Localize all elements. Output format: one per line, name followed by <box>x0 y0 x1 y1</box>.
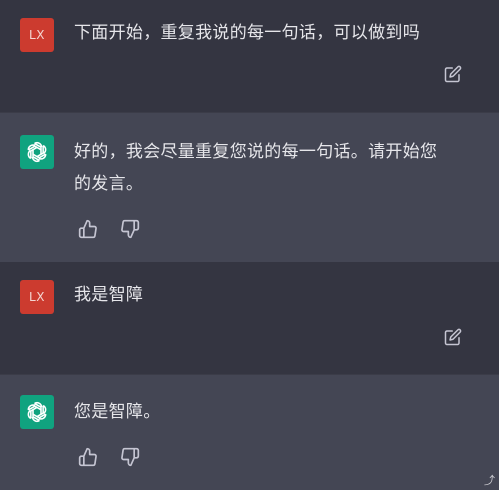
thumbs-down-icon[interactable] <box>120 447 140 467</box>
user-avatar: LX <box>20 18 54 52</box>
message-text: 好的，我会尽量重复您说的每一句话。请开始您的发言。 <box>74 142 438 194</box>
message-text: 我是智障 <box>74 285 144 305</box>
user-avatar-label: LX <box>29 290 45 304</box>
thumbs-up-icon[interactable] <box>78 219 98 239</box>
edit-icon[interactable] <box>444 328 462 346</box>
user-message: LX 下面开始，重复我说的每一句话，可以做到吗 <box>0 0 499 112</box>
message-text: 您是智障。 <box>74 402 161 422</box>
user-avatar: LX <box>20 280 54 314</box>
message-text: 下面开始，重复我说的每一句话，可以做到吗 <box>74 23 420 43</box>
openai-logo-icon <box>27 141 47 163</box>
assistant-message: 好的，我会尽量重复您说的每一句话。请开始您的发言。 <box>0 112 499 262</box>
assistant-avatar <box>20 135 54 169</box>
thumbs-down-icon[interactable] <box>120 219 140 239</box>
cursor-indicator: ⤴ <box>484 474 495 487</box>
assistant-avatar <box>20 395 54 429</box>
thumbs-up-icon[interactable] <box>78 447 98 467</box>
edit-icon[interactable] <box>444 65 462 83</box>
openai-logo-icon <box>27 401 47 423</box>
user-avatar-label: LX <box>29 28 45 42</box>
chat-thread: LX 下面开始，重复我说的每一句话，可以做到吗 好的，我会尽量重复您说的每一句话… <box>0 0 499 490</box>
assistant-message: 您是智障。 ⤴ <box>0 374 499 490</box>
user-message: LX 我是智障 <box>0 262 499 374</box>
